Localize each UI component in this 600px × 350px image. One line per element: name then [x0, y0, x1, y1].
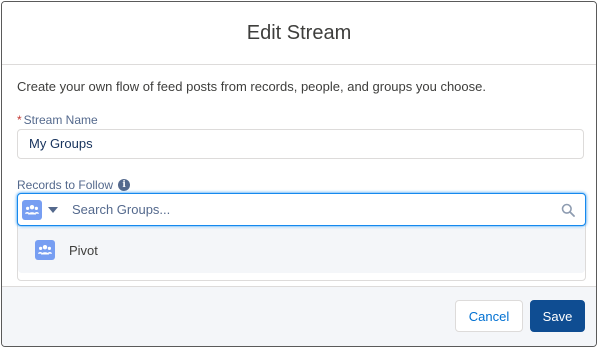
stream-name-input[interactable]: My Groups: [17, 129, 584, 159]
records-lookup[interactable]: Search Groups...: [17, 193, 586, 226]
lookup-option-pivot[interactable]: Pivot: [18, 234, 585, 266]
records-to-follow-label-text: Records to Follow: [17, 178, 114, 192]
records-to-follow-label: Records to Follow i: [17, 178, 131, 192]
lookup-option-label: Pivot: [69, 242, 98, 258]
groups-icon: [35, 240, 55, 260]
modal-description: Create your own flow of feed posts from …: [17, 79, 486, 94]
lookup-dropdown: Pivot: [18, 228, 585, 273]
search-groups-input[interactable]: Search Groups...: [72, 194, 170, 225]
stream-name-label: * Stream Name: [17, 113, 98, 127]
info-icon[interactable]: i: [118, 179, 131, 191]
edit-stream-modal: Edit Stream Create your own flow of feed…: [1, 1, 597, 347]
groups-icon[interactable]: [22, 200, 42, 220]
save-button[interactable]: Save: [530, 300, 585, 332]
required-marker: *: [17, 113, 22, 127]
search-icon: [561, 203, 575, 222]
modal-header: Edit Stream: [2, 2, 596, 65]
modal-footer: Cancel Save: [2, 286, 596, 346]
cancel-button[interactable]: Cancel: [455, 300, 523, 332]
chevron-down-icon[interactable]: [48, 207, 58, 213]
modal-title: Edit Stream: [246, 21, 352, 44]
stream-name-label-text: Stream Name: [23, 113, 98, 127]
